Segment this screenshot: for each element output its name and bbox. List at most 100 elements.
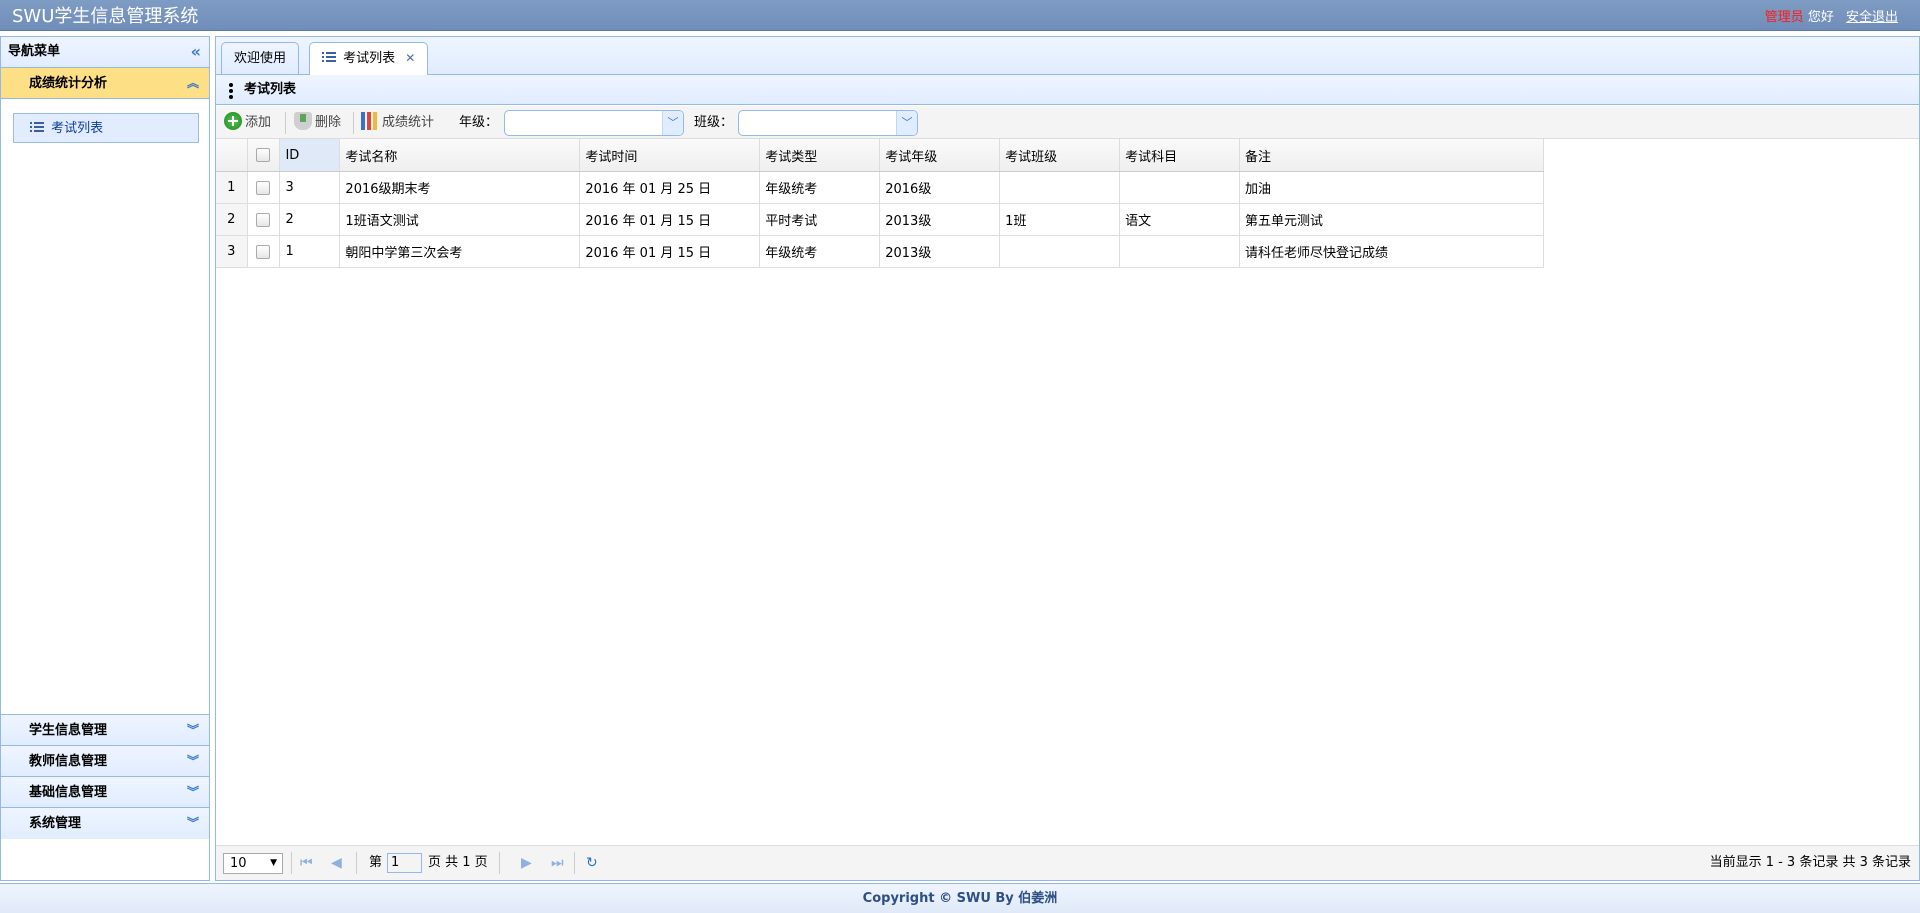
prev-page-icon[interactable]: ◀: [331, 846, 342, 880]
grade-label: 年级：: [459, 115, 499, 130]
nav-group-system[interactable]: 系统管理 ︾: [1, 808, 209, 839]
cell-remark: 第五单元测试: [1239, 203, 1544, 236]
row-checkbox-cell: [247, 235, 281, 268]
toolbar-divider: [353, 112, 354, 134]
main-content: 欢迎使用 考试列表 ✕ 考试列表 添加 删除 成绩统计 年级： ﹀ 班级： ﹀ …: [215, 36, 1920, 881]
double-chevron-down-icon[interactable]: ︾: [187, 746, 199, 777]
row-checkbox-cell: [247, 171, 281, 204]
first-page-icon[interactable]: ⏮: [300, 846, 313, 880]
pager-divider: [356, 852, 357, 874]
tab-exam-list[interactable]: 考试列表 ✕: [309, 42, 429, 75]
pager-divider: [291, 852, 292, 874]
refresh-icon[interactable]: ↻: [586, 846, 598, 880]
row-checkbox[interactable]: [256, 180, 271, 195]
cell-name: 2016级期末考: [339, 171, 581, 204]
double-chevron-up-icon[interactable]: ︽: [187, 68, 199, 99]
grid-toolbar: 添加 删除 成绩统计 年级： ﹀ 班级： ﹀: [216, 106, 1919, 139]
app-title: SWU学生信息管理系统: [12, 6, 199, 27]
user-area: 管理员 您好 安全退出: [1765, 6, 1898, 25]
table-row[interactable]: 1 3 2016级期末考 2016 年 01 月 25 日 年级统考 2016级…: [216, 171, 1544, 204]
delete-label: 删除: [315, 115, 342, 130]
column-header-grade[interactable]: 考试年级: [879, 139, 1001, 172]
cell-id: 2: [279, 203, 341, 236]
close-icon[interactable]: ✕: [405, 51, 415, 65]
nav-group-label: 系统管理: [29, 816, 82, 831]
nav-group-basic-info[interactable]: 基础信息管理 ︾: [1, 777, 209, 808]
column-header-time[interactable]: 考试时间: [579, 139, 761, 172]
class-select[interactable]: ﹀: [738, 110, 918, 136]
caret-down-icon: ▼: [270, 858, 277, 868]
add-button[interactable]: 添加: [224, 106, 271, 139]
column-header-class[interactable]: 考试班级: [999, 139, 1121, 172]
double-chevron-down-icon[interactable]: ︾: [187, 777, 199, 808]
user-role: 管理员: [1764, 10, 1804, 25]
row-checkbox[interactable]: [256, 212, 271, 227]
cell-grade: 2016级: [879, 171, 1001, 204]
tab-label: 欢迎使用: [234, 51, 287, 66]
column-header-remark[interactable]: 备注: [1239, 139, 1544, 172]
cell-time: 2016 年 01 月 25 日: [579, 171, 761, 204]
row-number: 2: [216, 203, 249, 236]
stats-button[interactable]: 成绩统计: [361, 106, 434, 139]
nav-group-score-analysis[interactable]: 成绩统计分析 ︽: [1, 68, 209, 99]
column-header-subject[interactable]: 考试科目: [1119, 139, 1241, 172]
nav-group-teacher-info[interactable]: 教师信息管理 ︾: [1, 746, 209, 777]
delete-button[interactable]: 删除: [294, 106, 341, 139]
column-header-id[interactable]: ID: [279, 139, 341, 172]
pager-divider: [574, 852, 575, 874]
cell-class: [999, 235, 1121, 268]
nav-title-label: 导航菜单: [8, 44, 61, 59]
rownum-header: [216, 139, 249, 172]
column-header-type[interactable]: 考试类型: [759, 139, 881, 172]
record-info: 当前显示 1 - 3 条记录 共 3 条记录: [1709, 855, 1911, 870]
select-all-checkbox[interactable]: [256, 148, 271, 162]
table-row[interactable]: 3 1 朝阳中学第三次会考 2016 年 01 月 15 日 年级统考 2013…: [216, 235, 1544, 268]
copyright-text: Copyright © SWU By 伯姜洲: [862, 891, 1058, 906]
add-icon: [224, 112, 242, 130]
navigation-panel: 导航菜单 « 成绩统计分析 ︽ 考试列表 学生信息管理 ︾ 教师信息管理 ︾ 基…: [0, 36, 210, 881]
nav-group-student-info[interactable]: 学生信息管理 ︾: [1, 715, 209, 746]
double-chevron-down-icon[interactable]: ︾: [187, 715, 199, 746]
pager-divider: [499, 852, 500, 874]
row-checkbox[interactable]: [256, 244, 271, 259]
grade-select[interactable]: ﹀: [504, 110, 684, 136]
page-number-input[interactable]: 1: [387, 853, 422, 873]
cell-remark: 请科任老师尽快登记成绩: [1239, 235, 1544, 268]
delete-icon: [294, 112, 312, 130]
app-header: SWU学生信息管理系统 管理员 您好 安全退出: [0, 0, 1920, 31]
greeting-text: 您好: [1807, 10, 1834, 25]
page-size-value: 10: [230, 856, 247, 871]
table-row[interactable]: 2 2 1班语文测试 2016 年 01 月 15 日 平时考试 2013级 1…: [216, 203, 1544, 236]
nav-item-exam-list[interactable]: 考试列表: [13, 113, 199, 143]
double-chevron-down-icon[interactable]: ︾: [187, 808, 199, 839]
cell-grade: 2013级: [879, 203, 1001, 236]
more-vertical-icon: [229, 83, 233, 101]
chevron-down-icon[interactable]: ﹀: [662, 111, 683, 135]
list-icon: [30, 120, 44, 134]
double-chevron-left-icon[interactable]: «: [191, 37, 201, 67]
nav-item-label: 考试列表: [51, 121, 104, 136]
cell-subject: [1119, 235, 1241, 268]
cell-name: 1班语文测试: [339, 203, 581, 236]
nav-group-label: 成绩统计分析: [29, 76, 108, 91]
cell-subject: 语文: [1119, 203, 1241, 236]
logout-link[interactable]: 安全退出: [1846, 10, 1898, 25]
column-header-name[interactable]: 考试名称: [339, 139, 581, 172]
footer: Copyright © SWU By 伯姜洲: [0, 883, 1920, 913]
chevron-down-icon[interactable]: ﹀: [896, 111, 917, 135]
pagination-bar: 10 ▼ ⏮ ◀ 第 1 页 共 1 页 ▶ ⏭ ↻ 当前显示 1 - 3 条记…: [216, 845, 1919, 880]
exam-datagrid: ID 考试名称 考试时间 考试类型 考试年级 考试班级 考试科目 备注 1 3 …: [216, 139, 1544, 268]
cell-class: 1班: [999, 203, 1121, 236]
nav-group-label: 学生信息管理: [29, 723, 108, 738]
cell-time: 2016 年 01 月 15 日: [579, 235, 761, 268]
nav-group-label: 基础信息管理: [29, 785, 108, 800]
class-label: 班级：: [694, 115, 734, 130]
next-page-icon[interactable]: ▶: [521, 846, 532, 880]
tab-welcome[interactable]: 欢迎使用: [221, 42, 300, 74]
row-number: 1: [216, 171, 249, 204]
last-page-icon[interactable]: ⏭: [551, 846, 564, 880]
page-size-select[interactable]: 10 ▼: [223, 853, 283, 874]
tabs-bar: 欢迎使用 考试列表 ✕: [216, 37, 1919, 75]
nav-group-label: 教师信息管理: [29, 754, 108, 769]
panel-title: 考试列表: [216, 75, 1919, 105]
